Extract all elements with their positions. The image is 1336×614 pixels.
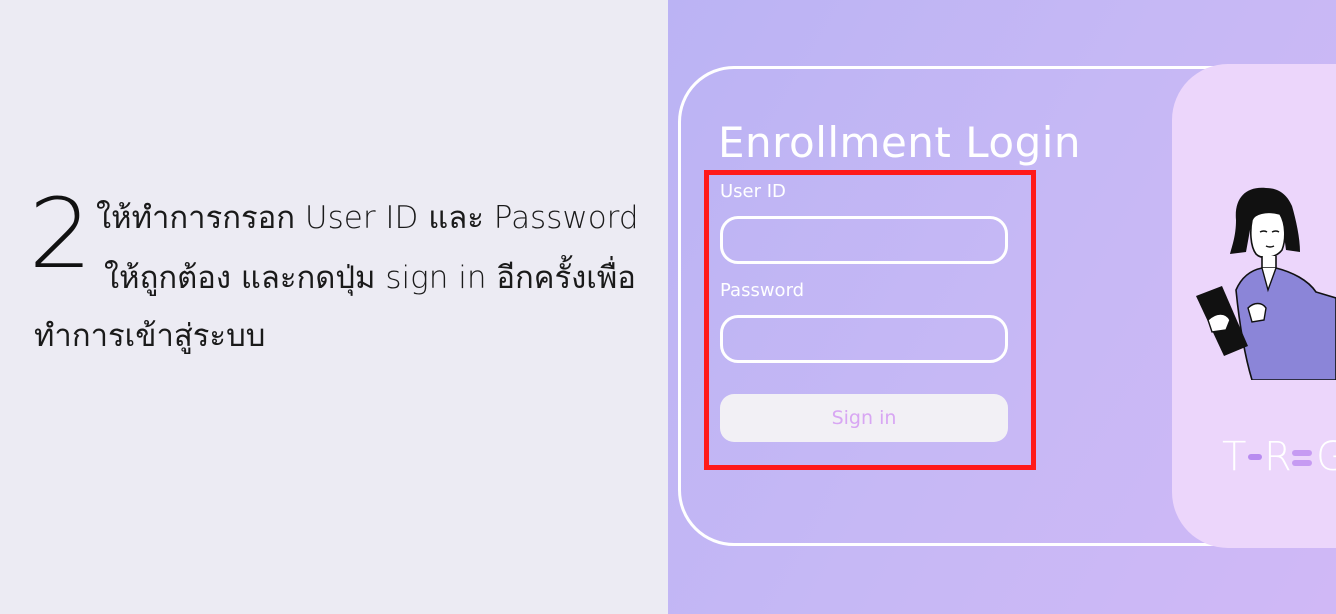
person-holding-tablet-illustration <box>1196 187 1336 380</box>
instruction-line-1: ให้ทำการกรอก User ID และ Password <box>96 200 639 236</box>
login-title: Enrollment Login <box>718 118 1082 167</box>
t-reg-logo: T R G <box>1222 434 1336 480</box>
step-number: 2 <box>28 178 93 290</box>
instruction-line-3: ทำการเข้าสู่ระบบ <box>34 318 266 354</box>
logo-letter-g: G <box>1316 434 1336 480</box>
highlight-box <box>704 170 1036 470</box>
screenshot-panel: Enrollment Login User ID Password Sign i… <box>668 0 1336 614</box>
instruction-panel: 2 ให้ทำการกรอก User ID และ Password ให้ถ… <box>0 0 668 614</box>
logo-letter-t: T <box>1222 434 1246 480</box>
instruction-line-2: ให้ถูกต้อง และกดปุ่ม sign in อีกครั้งเพื… <box>104 260 636 296</box>
logo-letter-r: R <box>1264 434 1292 480</box>
